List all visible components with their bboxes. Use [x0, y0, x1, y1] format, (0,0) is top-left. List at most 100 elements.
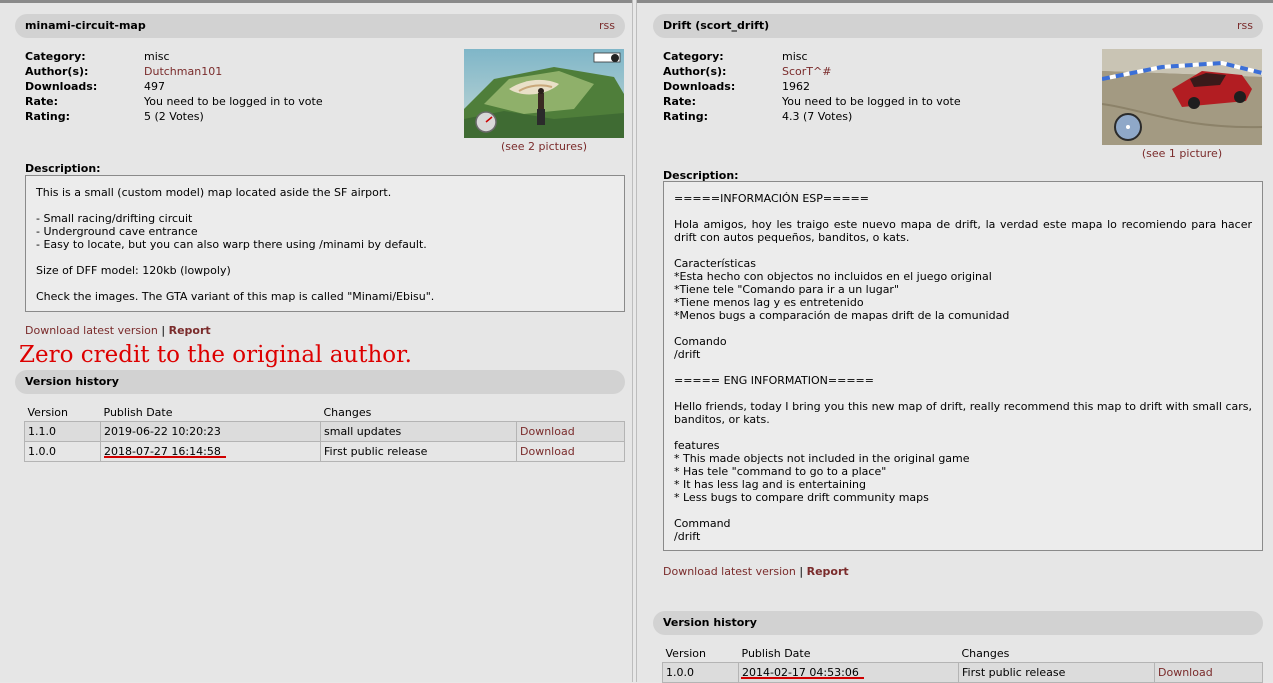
rss-link[interactable]: rss — [1237, 14, 1253, 38]
description-paragraph: Command /drift — [674, 517, 731, 543]
info-row-downloads: Downloads: 497 — [25, 79, 323, 94]
description-paragraph: ===== ENG INFORMATION===== — [674, 374, 874, 387]
resource-header: Drift (scort_drift) rss — [653, 14, 1263, 38]
info-label: Category: — [25, 50, 86, 63]
category-value: misc — [144, 50, 170, 63]
category-value: misc — [782, 50, 808, 63]
download-links: Download latest version | Report — [663, 565, 849, 578]
info-row-rate: Rate: You need to be logged in to vote — [663, 94, 961, 109]
info-row-author: Author(s): ScorT^# — [663, 64, 961, 79]
column-header — [1155, 644, 1263, 663]
table-header-row: Version Publish Date Changes — [25, 403, 625, 422]
info-row-rating: Rating: 4.3 (7 Votes) — [663, 109, 961, 124]
info-label: Author(s): — [663, 65, 727, 78]
info-label: Rate: — [663, 95, 697, 108]
link-separator: | — [799, 565, 804, 578]
changes-cell: First public release — [958, 662, 1155, 683]
link-separator: | — [161, 324, 166, 337]
see-pictures-link[interactable]: (see 2 pictures) — [464, 140, 624, 153]
report-link[interactable]: Report — [169, 324, 211, 337]
column-header: Version — [27, 405, 68, 419]
resource-title: minami-circuit-map — [25, 19, 146, 32]
description-paragraph: - Small racing/drifting circuit - Underg… — [36, 212, 427, 251]
version-history-title: Version history — [25, 375, 119, 388]
info-label: Downloads: — [25, 80, 98, 93]
info-label: Category: — [663, 50, 724, 63]
downloads-value: 1962 — [782, 80, 810, 93]
resource-info: Category: misc Author(s): Dutchman101 Down… — [25, 49, 323, 124]
column-header — [517, 403, 625, 422]
info-row-category: Category: misc — [25, 49, 323, 64]
version-history-header: Version history — [653, 611, 1263, 635]
description-box: This is a small (custom model) map locat… — [25, 175, 625, 312]
author-link[interactable]: Dutchman101 — [144, 64, 222, 79]
info-label: Author(s): — [25, 65, 89, 78]
report-link[interactable]: Report — [807, 565, 849, 578]
left-resource-panel: minami-circuit-map rss Category: misc Aut… — [0, 0, 633, 682]
rate-value: You need to be logged in to vote — [782, 95, 961, 108]
description-label: Description: — [25, 162, 101, 175]
column-header: Version — [665, 646, 706, 660]
resource-info: Category: misc Author(s): ScorT^# Download… — [663, 49, 961, 124]
download-link[interactable]: Download — [516, 421, 625, 442]
resource-header: minami-circuit-map rss — [15, 14, 625, 38]
table-header-row: Version Publish Date Changes — [663, 644, 1263, 663]
table-row: 1.1.0 2019-06-22 10:20:23 small updates … — [24, 421, 625, 442]
info-row-rating: Rating: 5 (2 Votes) — [25, 109, 323, 124]
top-border — [637, 0, 1273, 3]
column-header: Publish Date — [103, 405, 173, 419]
screenshot-thumbnail[interactable] — [1102, 49, 1262, 145]
version-history-header: Version history — [15, 370, 625, 394]
description-paragraph: features * This made objects not include… — [674, 439, 970, 504]
description-paragraph: Check the images. The GTA variant of thi… — [36, 290, 435, 303]
rating-value: 4.3 (7 Votes) — [782, 110, 853, 123]
download-link[interactable]: Download — [1154, 662, 1263, 683]
red-underline-annotation — [741, 677, 864, 679]
version-table: Version Publish Date Changes 1.1.0 2019-… — [24, 403, 625, 462]
changes-cell: small updates — [320, 421, 517, 442]
info-label: Rate: — [25, 95, 59, 108]
date-cell: 2019-06-22 10:20:23 — [100, 421, 321, 442]
version-cell: 1.0.0 — [662, 662, 739, 683]
resource-title: Drift (scort_drift) — [663, 19, 770, 32]
download-link[interactable]: Download — [516, 441, 625, 462]
right-resource-panel: Drift (scort_drift) rss Category: misc Au… — [636, 0, 1273, 683]
description-paragraph: =====INFORMACIÓN ESP===== — [674, 192, 869, 205]
rss-link[interactable]: rss — [599, 14, 615, 38]
info-row-category: Category: misc — [663, 49, 961, 64]
info-label: Rating: — [663, 110, 709, 123]
annotation-text: Zero credit to the original author. — [19, 342, 412, 368]
info-label: Rating: — [25, 110, 71, 123]
top-border — [0, 0, 632, 3]
info-row-rate: Rate: You need to be logged in to vote — [25, 94, 323, 109]
description-paragraph: Size of DFF model: 120kb (lowpoly) — [36, 264, 231, 277]
version-history-title: Version history — [663, 616, 757, 629]
description-paragraph: Características *Esta hecho con objectos… — [674, 257, 1010, 322]
version-cell: 1.1.0 — [24, 421, 101, 442]
screenshot-thumbnail[interactable] — [464, 49, 624, 138]
info-label: Downloads: — [663, 80, 736, 93]
description-paragraph: Hola amigos, hoy les traigo este nuevo m… — [674, 218, 1252, 244]
author-link[interactable]: ScorT^# — [782, 64, 831, 79]
downloads-value: 497 — [144, 80, 165, 93]
description-paragraph: Hello friends, today I bring you this ne… — [674, 400, 1252, 426]
red-underline-annotation — [104, 456, 226, 458]
rate-value: You need to be logged in to vote — [144, 95, 323, 108]
date-cell: 2018-07-27 16:14:58 — [100, 441, 321, 462]
changes-cell: First public release — [320, 441, 517, 462]
description-paragraph: This is a small (custom model) map locat… — [36, 186, 392, 199]
download-latest-link[interactable]: Download latest version — [25, 324, 158, 337]
see-pictures-link[interactable]: (see 1 picture) — [1102, 147, 1262, 160]
date-cell: 2014-02-17 04:53:06 — [738, 662, 959, 683]
column-header: Publish Date — [741, 646, 811, 660]
version-cell: 1.0.0 — [24, 441, 101, 462]
download-links: Download latest version | Report — [25, 324, 211, 337]
info-row-downloads: Downloads: 1962 — [663, 79, 961, 94]
table-row: 1.0.0 2018-07-27 16:14:58 First public r… — [24, 441, 625, 462]
description-paragraph: Comando /drift — [674, 335, 727, 361]
download-latest-link[interactable]: Download latest version — [663, 565, 796, 578]
column-header: Changes — [961, 646, 1010, 660]
info-row-author: Author(s): Dutchman101 — [25, 64, 323, 79]
rating-value: 5 (2 Votes) — [144, 110, 204, 123]
description-box: =====INFORMACIÓN ESP===== Hola amigos, h… — [663, 181, 1263, 551]
